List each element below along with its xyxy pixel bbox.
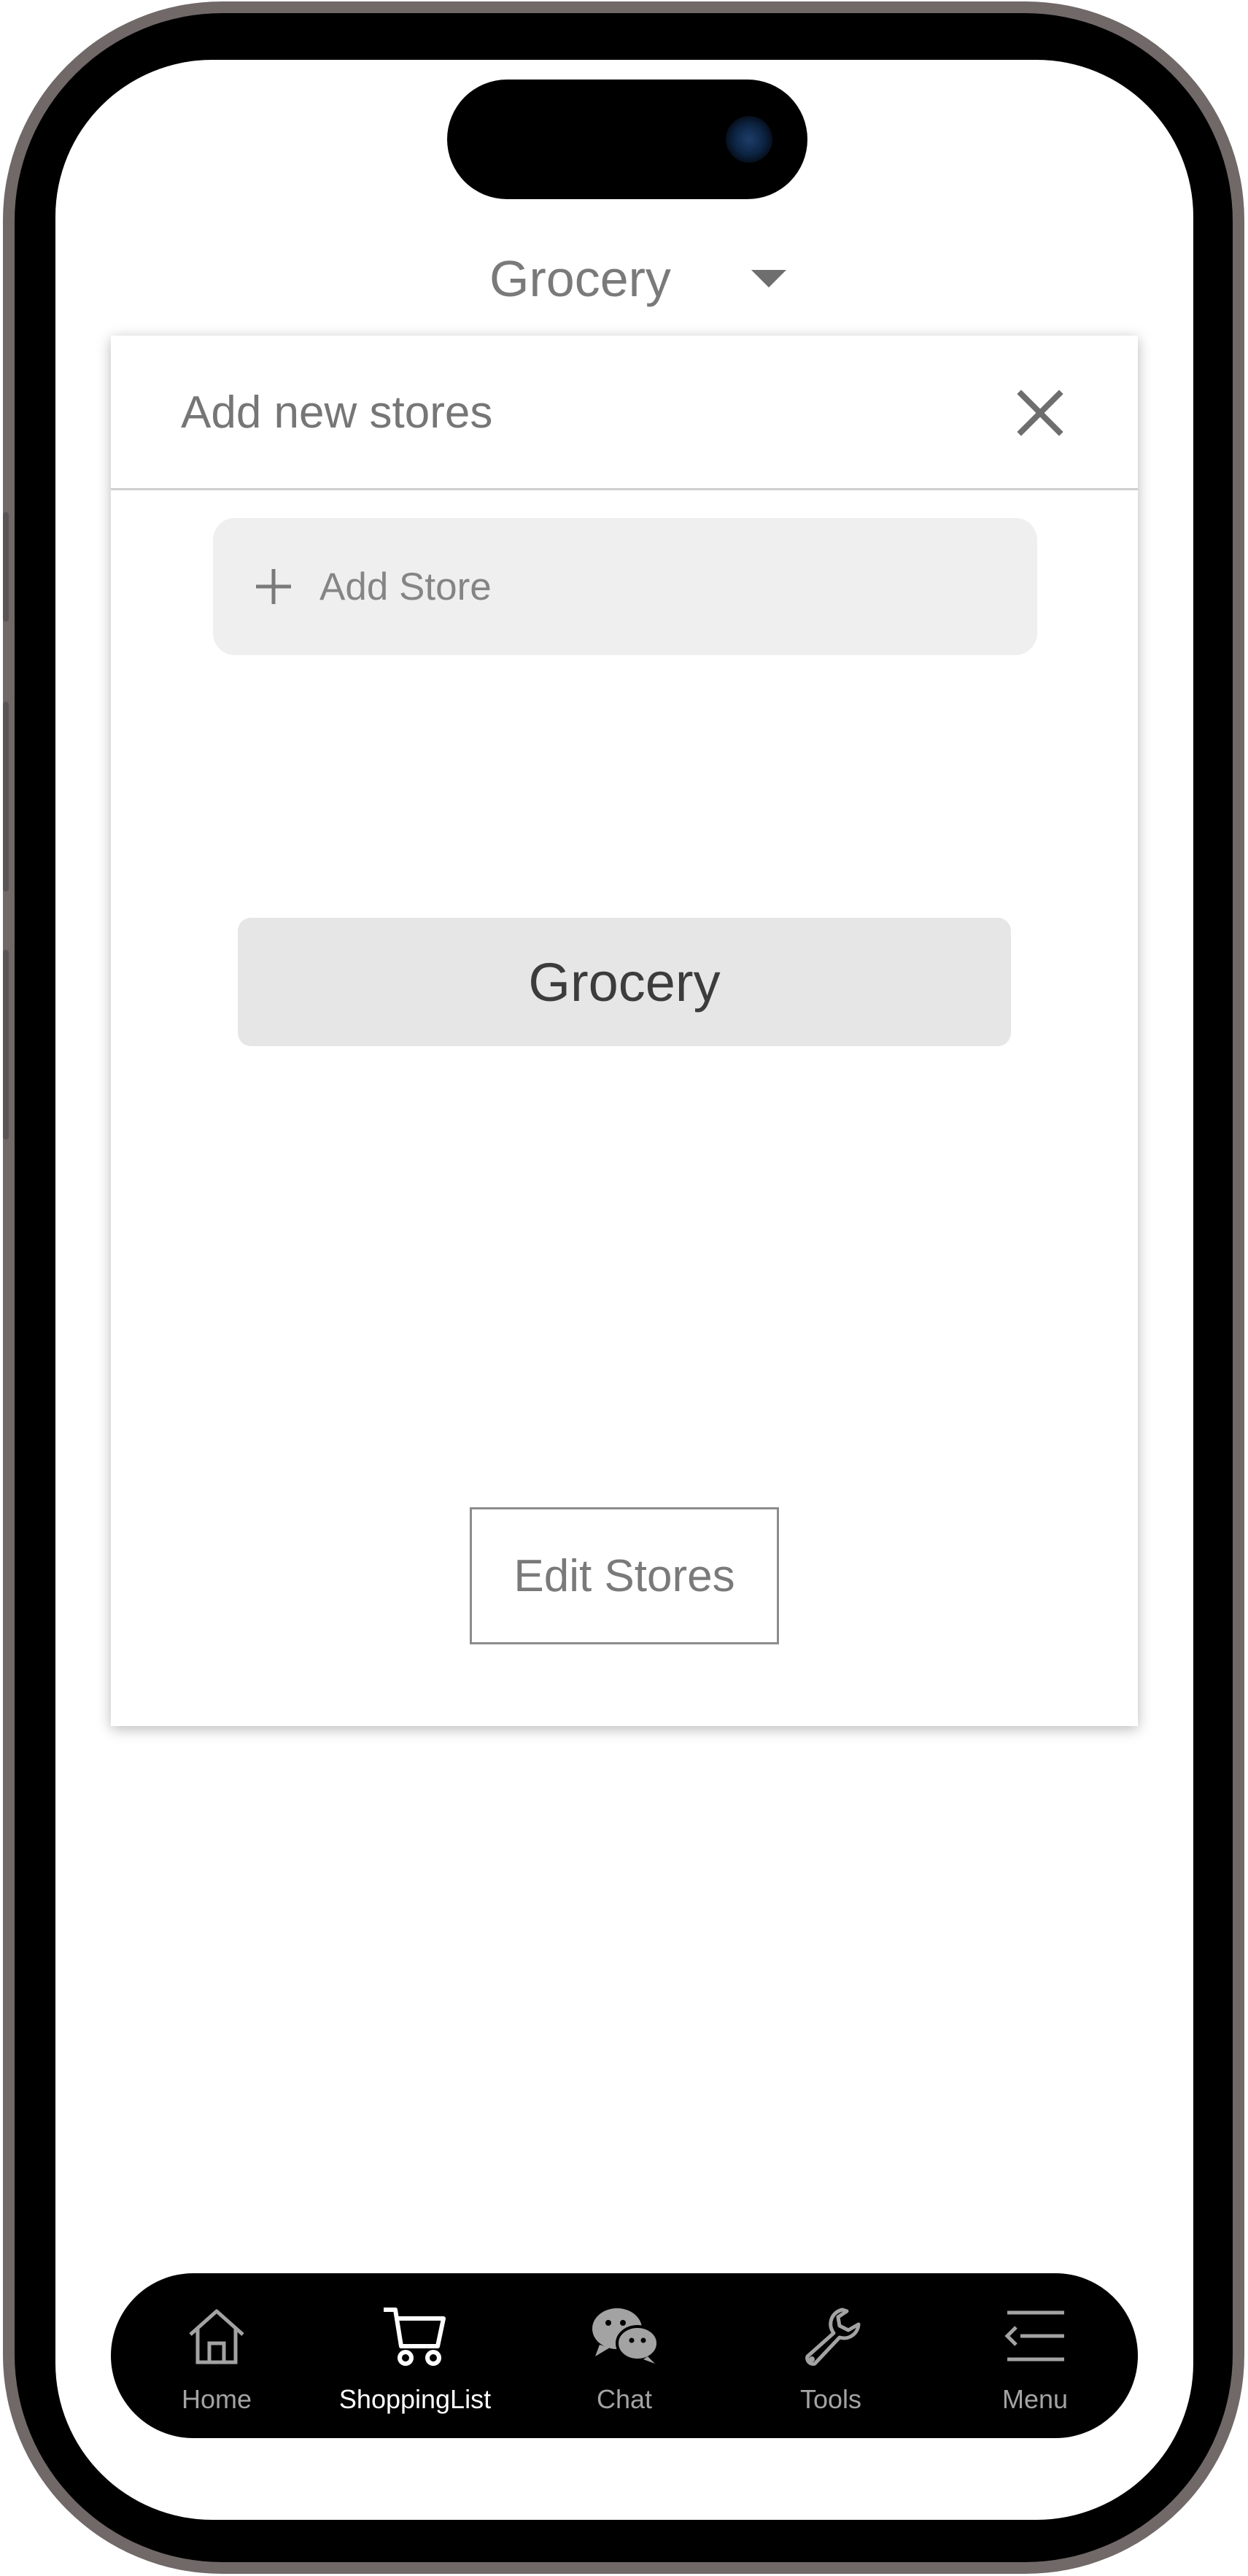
side-button (3, 702, 9, 891)
add-store-placeholder: Add Store (319, 565, 492, 608)
tab-label: Home (181, 2384, 252, 2414)
tab-tools[interactable]: Tools (747, 2273, 915, 2438)
store-item-grocery[interactable]: Grocery (238, 918, 1011, 1046)
wrench-icon (805, 2308, 861, 2366)
tab-label: Tools (799, 2384, 862, 2414)
home-icon (189, 2309, 244, 2364)
close-icon (1017, 390, 1063, 436)
store-selector-dropdown[interactable]: Grocery (489, 235, 786, 322)
caret-down-icon (751, 270, 786, 287)
modal-title: Add new stores (181, 387, 493, 438)
side-button (3, 512, 9, 622)
tab-label: Chat (596, 2384, 653, 2414)
tab-menu[interactable]: Menu (951, 2273, 1119, 2438)
edit-stores-label: Edit Stores (513, 1550, 735, 1601)
selected-store-title: Grocery (489, 250, 671, 307)
screen: Grocery Add new stores Add Store Grocery (55, 60, 1193, 2520)
menu-icon (1004, 2310, 1064, 2362)
add-store-input[interactable]: Add Store (213, 518, 1037, 655)
close-button[interactable] (1012, 385, 1068, 441)
tab-shoppinglist[interactable]: ShoppingList (331, 2273, 499, 2438)
camera-icon (726, 116, 772, 163)
chat-bubbles-icon (592, 2308, 659, 2364)
tab-home[interactable]: Home (133, 2273, 301, 2438)
tab-chat[interactable]: Chat (540, 2273, 708, 2438)
tab-label: ShoppingList (338, 2384, 492, 2414)
store-item-label: Grocery (528, 951, 721, 1013)
modal-header: Add new stores (111, 336, 1138, 490)
side-button (3, 950, 9, 1140)
edit-stores-button[interactable]: Edit Stores (470, 1507, 779, 1644)
cart-icon (384, 2308, 446, 2366)
add-stores-modal: Add new stores Add Store Grocery Edit St… (111, 336, 1138, 1726)
dynamic-island (447, 80, 807, 199)
bottom-tab-bar: Home ShoppingList Chat Tools Menu (111, 2273, 1138, 2438)
plus-icon (256, 569, 291, 604)
tab-label: Menu (1001, 2384, 1069, 2414)
